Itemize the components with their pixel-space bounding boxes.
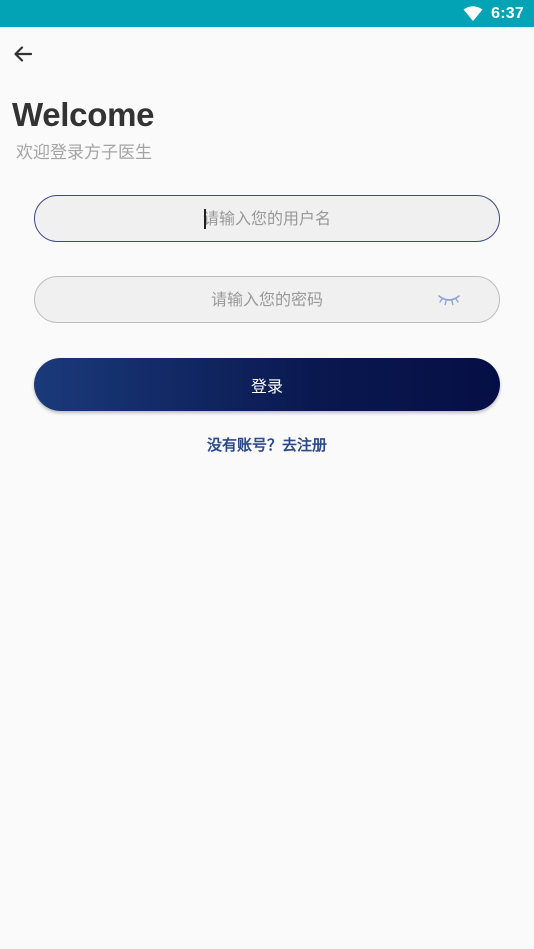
arrow-left-icon [14,46,32,62]
text-cursor [204,209,206,229]
login-button[interactable]: 登录 [34,358,500,411]
password-input[interactable] [35,277,499,322]
eye-closed-icon[interactable] [437,291,461,309]
back-button[interactable] [10,41,36,67]
status-bar: 6:37 [0,0,534,27]
register-link[interactable]: 没有账号？去注册 [0,434,534,455]
page-title: Welcome [12,96,155,133]
wifi-icon [463,5,483,21]
status-time: 6:37 [491,4,524,22]
username-field[interactable] [34,195,500,242]
page-subtitle: 欢迎登录方子医生 [16,143,152,163]
username-input[interactable] [35,196,499,241]
password-field[interactable] [34,276,500,323]
